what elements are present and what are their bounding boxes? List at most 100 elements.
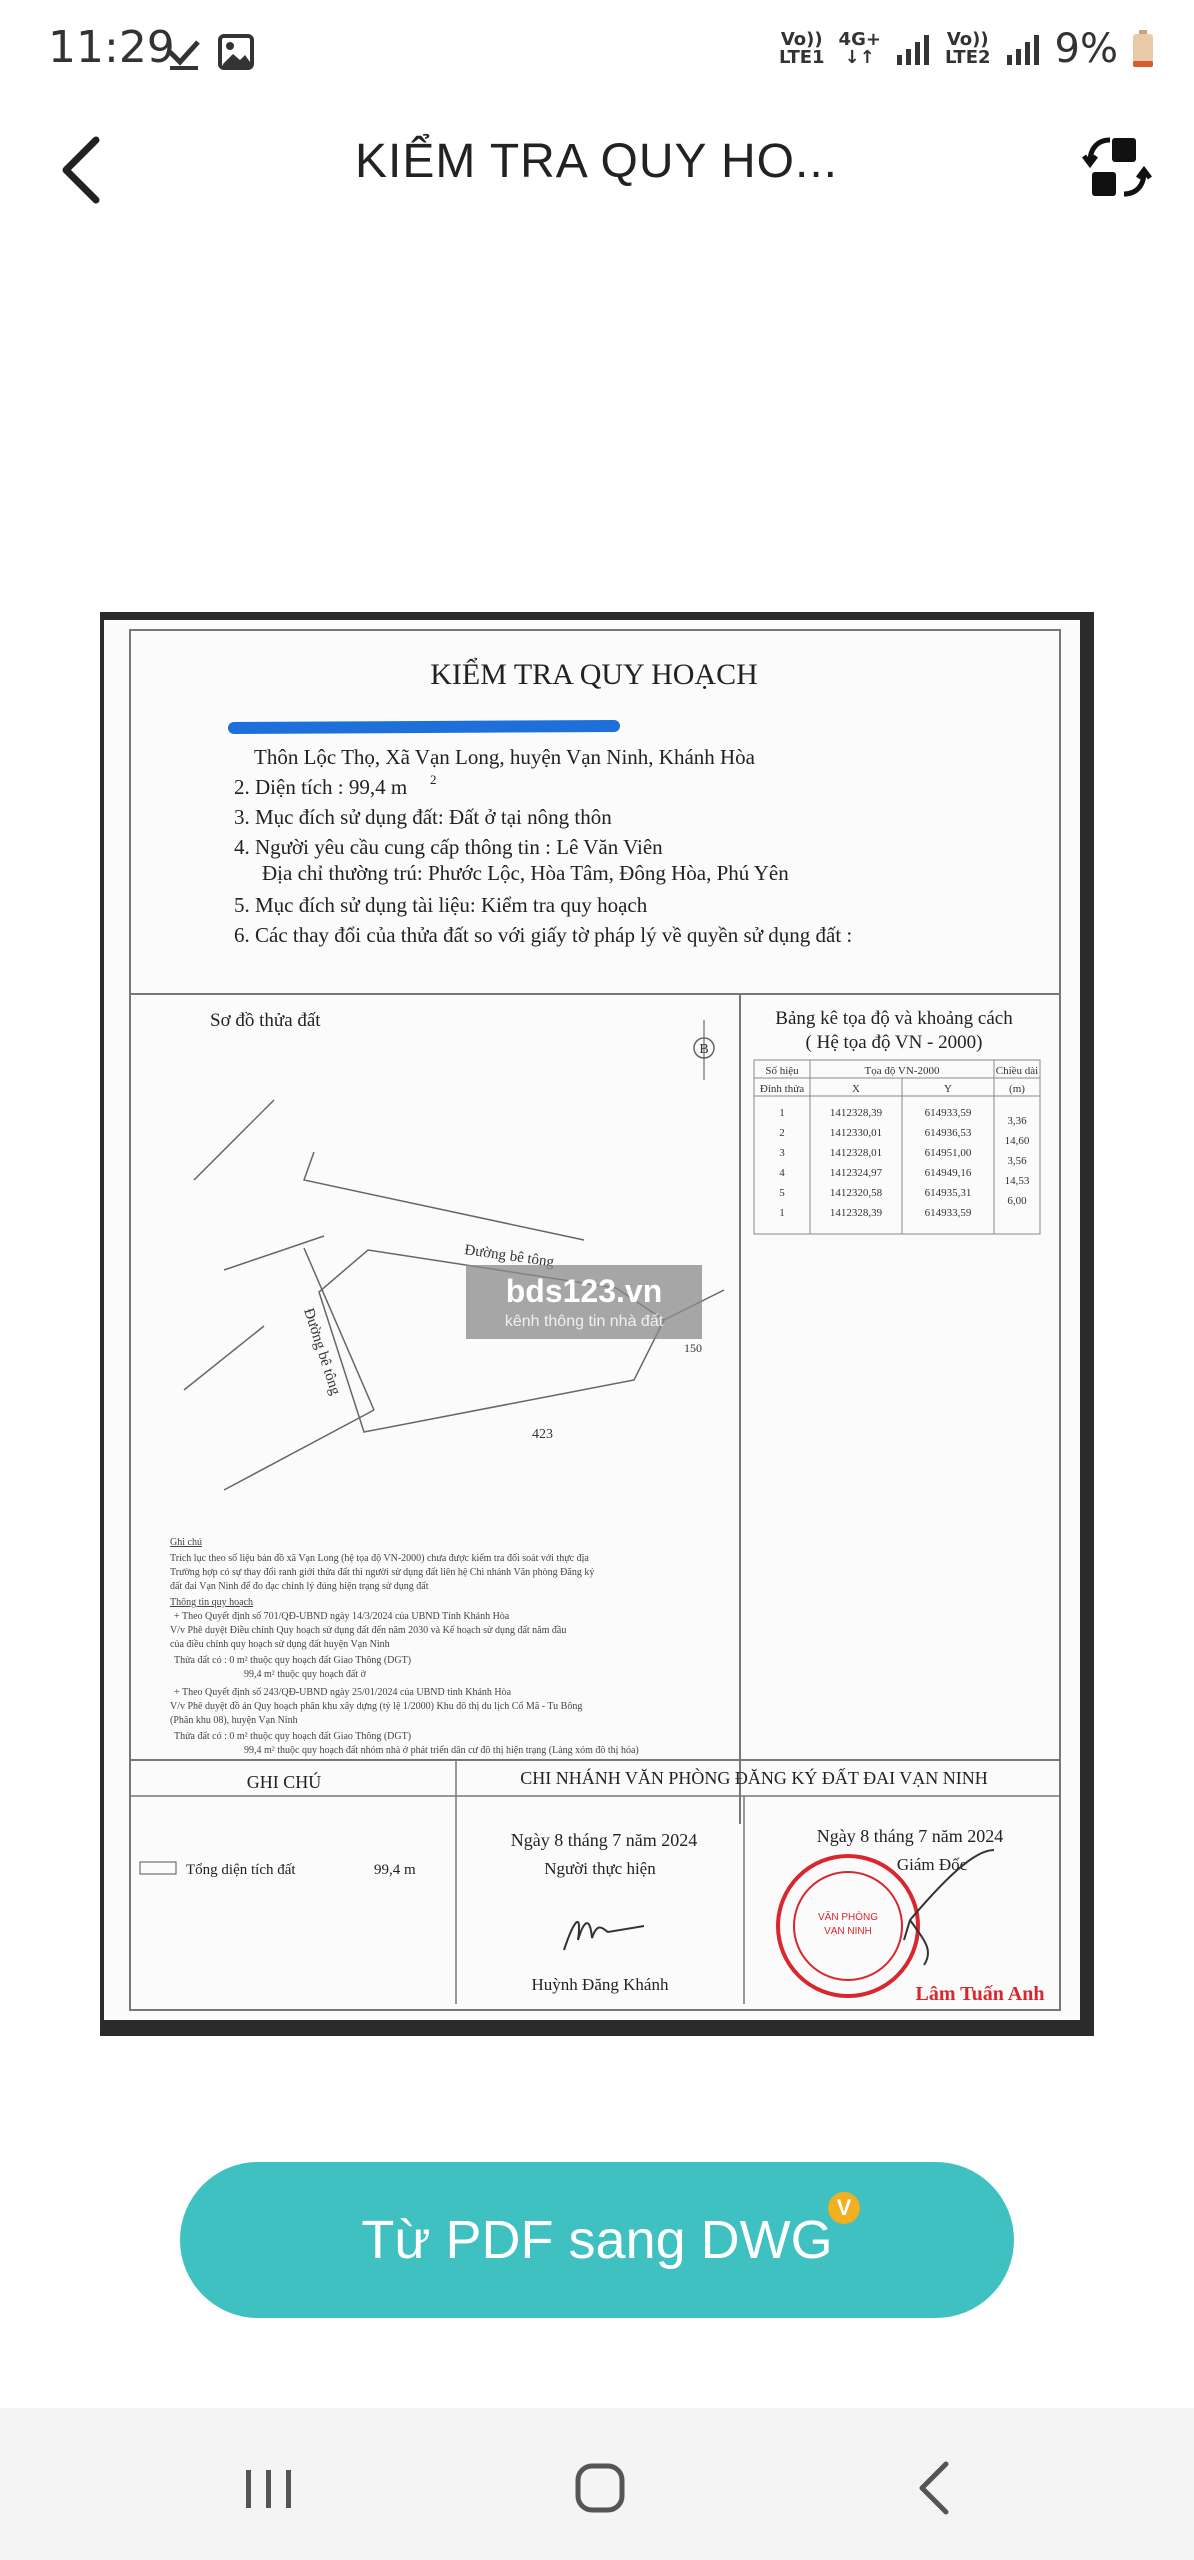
svg-text:2: 2: [779, 1127, 785, 1139]
document-page: KIỂM TRA QUY HOẠCH Thôn Lộc Thọ, Xã Vạn …: [104, 620, 1080, 2020]
total-area-label: Tổng diện tích đất: [186, 1862, 296, 1878]
doc-line-requester: 4. Người yêu cầu cung cấp thông tin : Lê…: [234, 835, 663, 859]
office-header: CHI NHÁNH VĂN PHÒNG ĐĂNG KÝ ĐẤT ĐAI VẠN …: [520, 1767, 988, 1788]
table-row: 4 1412324,97 614949,16 14,53: [779, 1167, 1030, 1187]
north-arrow-icon: B: [693, 1020, 715, 1080]
table-header-id: Số hiệu: [765, 1065, 799, 1077]
table-header-coords: Tọa độ VN-2000: [865, 1065, 940, 1077]
clock: 11:29: [48, 22, 175, 73]
svg-text:đất đai Vạn Ninh để đo đạc chỉ: đất đai Vạn Ninh để đo đạc chỉnh lý đúng…: [170, 1581, 429, 1592]
highlight-stroke: [228, 720, 620, 734]
status-indicators: Vo)) LTE1 4G+ ↓↑ Vo)) LTE2 9%: [779, 26, 1154, 72]
svg-text:Thửa đất có : 0 m² thuộc: Thửa đất có : 0 m² thuộc quy hoạch đất G…: [174, 1655, 411, 1666]
date-right: Ngày 8 tháng 7 năm 2024: [817, 1826, 1003, 1846]
battery-percent: 9%: [1054, 26, 1118, 72]
page-title: KIỂM TRA QUY HO...: [355, 135, 838, 188]
lte2-bottom: LTE2: [944, 47, 991, 68]
table-header-length: Chiều dài: [996, 1065, 1038, 1077]
home-icon[interactable]: [560, 2448, 640, 2528]
doc-heading: KIỂM TRA QUY HOẠCH: [430, 658, 758, 691]
svg-text:+ Theo Quyết định số 243/QĐ-U: + Theo Quyết định số 243/QĐ-UBND ngày 25…: [174, 1687, 512, 1698]
table-header-y: Y: [944, 1083, 952, 1095]
back-nav-icon[interactable]: [896, 2448, 976, 2528]
svg-text:3: 3: [779, 1147, 785, 1159]
table-row: 1 1412328,39 614933,59: [779, 1207, 972, 1219]
doc-line-changes: 6. Các thay đổi của thửa đất so với giấy…: [234, 923, 852, 947]
recents-icon[interactable]: [228, 2448, 308, 2528]
total-area-value: 99,4 m: [374, 1862, 416, 1878]
role-left: Người thực hiện: [544, 1859, 656, 1878]
svg-text:1412328,39: 1412328,39: [830, 1207, 883, 1219]
name-right: Lâm Tuấn Anh: [916, 1983, 1045, 2005]
svg-text:1412328,39: 1412328,39: [830, 1107, 883, 1119]
date-left: Ngày 8 tháng 7 năm 2024: [511, 1830, 697, 1850]
status-bar: 11:29 Vo)) LTE1 4G+ ↓↑ Vo)) LTE2 9%: [0, 0, 1194, 110]
svg-text:(Phân khu 08), huyện Vạn Ninh: (Phân khu 08), huyện Vạn Ninh: [170, 1715, 298, 1726]
map-title: Sơ đồ thửa đất: [210, 1010, 321, 1031]
lte1-bottom: LTE1: [778, 47, 825, 68]
lte2-indicator: Vo)) LTE2: [945, 31, 991, 67]
doc-area-superscript: 2: [430, 772, 437, 787]
convert-button-label: Từ PDF sang DWG: [361, 2210, 833, 2270]
table-header-vertex: Đỉnh thửa: [760, 1083, 804, 1095]
table-row: 3 1412328,01 614951,00 3,56: [779, 1147, 1027, 1167]
svg-text:1412328,01: 1412328,01: [830, 1147, 882, 1159]
gallery-icon: [218, 34, 254, 70]
road-label-2: Đường bê tông: [300, 1306, 343, 1397]
svg-text:14,53: 14,53: [1005, 1175, 1030, 1187]
table-title-2: ( Hệ tọa độ VN - 2000): [806, 1032, 983, 1053]
svg-text:Thông tin quy hoạch: Thông tin quy hoạch: [170, 1597, 253, 1608]
document-viewer[interactable]: KIỂM TRA QUY HOẠCH Thôn Lộc Thọ, Xã Vạn …: [100, 612, 1094, 2036]
svg-text:Ghi chú: Ghi chú: [170, 1537, 202, 1548]
notes-block: Ghi chú Trích lục theo số liệu bản đồ xã…: [170, 1537, 639, 1756]
parcel-number-label-2: 150: [684, 1341, 702, 1355]
svg-text:VẠN NINH: VẠN NINH: [824, 1926, 872, 1937]
4g-indicator: 4G+ ↓↑: [839, 31, 881, 67]
official-stamp-icon: VĂN PHÒNG VẠN NINH: [776, 1854, 920, 1998]
svg-text:614935,31: 614935,31: [925, 1187, 972, 1199]
table-header-x: X: [852, 1083, 860, 1095]
table-title-1: Bảng kê tọa độ và khoảng cách: [775, 1008, 1013, 1029]
svg-text:3,56: 3,56: [1007, 1155, 1027, 1167]
svg-text:614951,00: 614951,00: [925, 1147, 972, 1159]
svg-text:của điều chỉnh quy hoạch sử dụ: của điều chỉnh quy hoạch sử dụng đất huy…: [170, 1639, 390, 1650]
vip-badge-icon: V: [828, 2192, 860, 2224]
back-arrow-icon[interactable]: [52, 130, 112, 210]
signature-left: [563, 1920, 645, 1951]
svg-text:14,60: 14,60: [1005, 1135, 1030, 1147]
doc-line-address: Thôn Lộc Thọ, Xã Vạn Long, huyện Vạn Nin…: [254, 745, 756, 769]
doc-line-area: 2. Diện tích : 99,4 m: [234, 775, 407, 799]
svg-text:5: 5: [779, 1187, 785, 1199]
parcel-number-label: 423: [532, 1427, 553, 1442]
lte1-indicator: Vo)) LTE1: [779, 31, 825, 67]
svg-text:+ Theo Quyết định số 701/QĐ-U: + Theo Quyết định số 701/QĐ-UBND ngày 14…: [174, 1611, 510, 1622]
svg-text:Trích lục theo số liệu bản đồ: Trích lục theo số liệu bản đồ xã Vạn Lon…: [170, 1553, 589, 1564]
convert-swap-icon[interactable]: [1082, 132, 1152, 202]
svg-text:99,4 m² thuộc quy hoạch đất ở: 99,4 m² thuộc quy hoạch đất ở: [244, 1669, 367, 1680]
svg-text:4: 4: [779, 1167, 785, 1179]
svg-text:614933,59: 614933,59: [925, 1107, 972, 1119]
svg-text:614933,59: 614933,59: [925, 1207, 972, 1219]
signal-1-icon: [896, 35, 929, 65]
watermark-main: bds123.vn: [506, 1273, 663, 1309]
document-canvas: KIỂM TRA QUY HOẠCH Thôn Lộc Thọ, Xã Vạn …: [129, 629, 1061, 2011]
north-label: B: [699, 1042, 708, 1057]
app-bar: KIỂM TRA QUY HO...: [0, 110, 1194, 210]
svg-text:614949,16: 614949,16: [925, 1167, 972, 1179]
system-nav-bar: [0, 2408, 1194, 2560]
signal-2-icon: [1006, 35, 1039, 65]
doc-line-purpose: 3. Mục đích sử dụng đất: Đất ở tại nông …: [234, 805, 612, 829]
svg-text:1: 1: [779, 1107, 785, 1119]
name-left: Huỳnh Đăng Khánh: [532, 1975, 669, 1994]
svg-text:3,36: 3,36: [1007, 1115, 1027, 1127]
svg-text:1412330,01: 1412330,01: [830, 1127, 882, 1139]
svg-text:6,00: 6,00: [1007, 1195, 1027, 1207]
svg-text:99,4 m² thuộc quy hoạch đất n: 99,4 m² thuộc quy hoạch đất nhóm nhà ở p…: [244, 1745, 639, 1756]
convert-pdf-to-dwg-button[interactable]: Từ PDF sang DWG V: [180, 2162, 1014, 2318]
svg-text:Thửa đất có : 0 m² thuộc: Thửa đất có : 0 m² thuộc quy hoạch đất G…: [174, 1731, 411, 1742]
svg-text:Trường hợp có sự thay đổi ranh: Trường hợp có sự thay đổi ranh giới thửa…: [170, 1567, 594, 1578]
table-row: 2 1412330,01 614936,53 14,60: [779, 1127, 1030, 1147]
table-row: 1 1412328,39 614933,59 3,36: [779, 1107, 1027, 1127]
doc-line-usage: 5. Mục đích sử dụng tài liệu: Kiểm tra q…: [234, 893, 648, 917]
table-row: 5 1412320,58 614935,31 6,00: [779, 1187, 1027, 1207]
